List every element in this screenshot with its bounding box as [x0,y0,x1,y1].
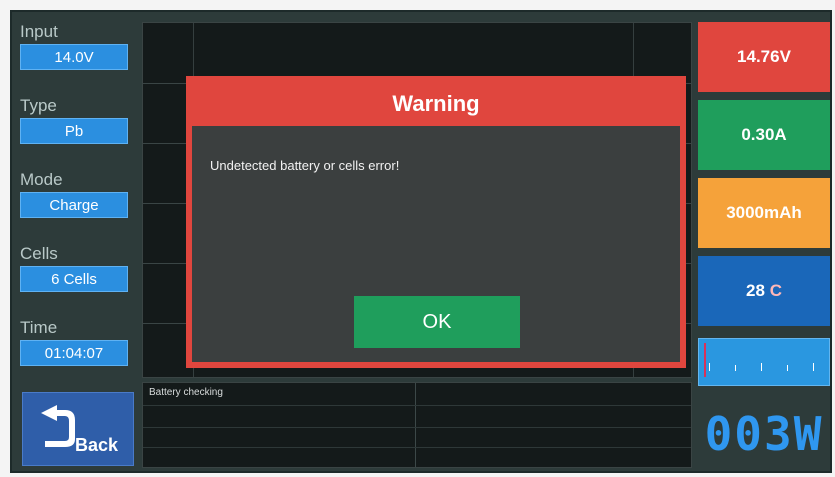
ok-button[interactable]: OK [354,296,520,348]
field-label: Type [20,96,57,115]
back-arrow-icon [41,405,75,447]
mode-value[interactable]: Charge [20,192,128,218]
temperature-tile: 28 C [698,256,830,326]
divider [143,447,691,448]
divider [143,427,691,428]
divider [415,383,416,467]
back-label: Back [75,435,119,455]
sidebar: Input 14.0V Type Pb Mode Charge Cells 6 … [20,22,138,392]
dialog-message: Undetected battery or cells error! [210,158,400,173]
capacity-tile: 3000mAh [698,178,830,248]
temperature-value: 28 [746,281,765,300]
power-gauge [698,338,830,386]
type-value[interactable]: Pb [20,118,128,144]
input-value[interactable]: 14.0V [20,44,128,70]
gauge-tick [709,363,710,371]
cells-value[interactable]: 6 Cells [20,266,128,292]
gauge-tick [813,363,814,371]
field-cells: Cells 6 Cells [20,244,138,292]
time-value: 01:04:07 [20,340,128,366]
gauge-tick [735,365,736,371]
warning-dialog: Warning Undetected battery or cells erro… [186,76,686,368]
voltage-tile: 14.76V [698,22,830,92]
field-label: Time [20,318,58,337]
field-label: Cells [20,244,58,263]
field-input: Input 14.0V [20,22,138,70]
field-mode: Mode Charge [20,170,138,218]
field-type: Type Pb [20,96,138,144]
dialog-title: Warning [192,82,680,126]
gauge-needle [704,343,706,377]
gauge-tick [787,365,788,371]
temperature-unit: C [769,281,782,300]
current-tile: 0.30A [698,100,830,170]
status-text: Battery checking [149,387,223,398]
field-time: Time 01:04:07 [20,318,138,366]
back-button[interactable]: Back [22,392,134,466]
status-panel: Battery checking [142,382,692,468]
field-label: Mode [20,170,63,189]
field-label: Input [20,22,58,41]
charger-screen: Input 14.0V Type Pb Mode Charge Cells 6 … [10,10,832,473]
gauge-tick [761,363,762,371]
divider [143,405,691,406]
power-readout: 003W [704,407,824,461]
